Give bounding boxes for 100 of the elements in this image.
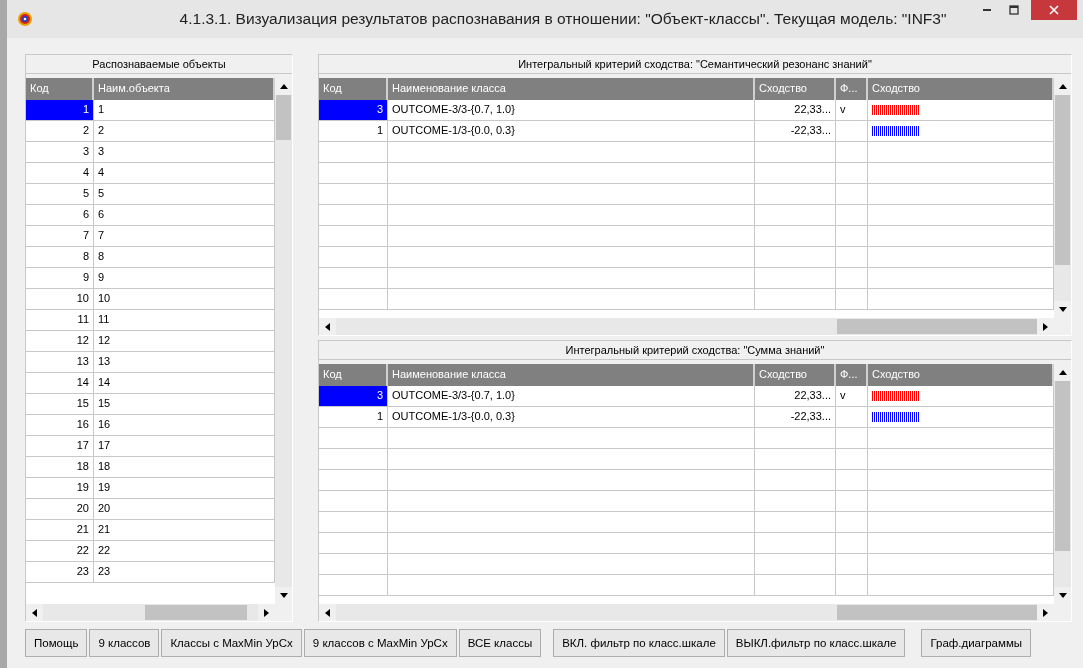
table-row[interactable]: 3 OUTCOME-3/3-{0.7, 1.0} 22,33... v (319, 100, 1054, 121)
table-row[interactable]: 8 8 (26, 247, 275, 268)
column-header[interactable]: Сходство (755, 78, 836, 100)
table-row[interactable]: 17 17 (26, 436, 275, 457)
scroll-up-arrow-icon[interactable] (1058, 84, 1067, 89)
table-cell: 22,33... (755, 100, 836, 120)
toolbar-button[interactable]: Граф.диаграммы (921, 629, 1032, 657)
table-cell: 14 (26, 373, 94, 393)
table-cell: OUTCOME-1/3-{0.0, 0.3} (388, 407, 755, 427)
toolbar-button[interactable]: 9 классов с MaxMin УрСх (303, 629, 457, 657)
table-cell: 10 (26, 289, 94, 309)
table-cell: 8 (26, 247, 94, 267)
table-row[interactable]: 5 5 (26, 184, 275, 205)
toolbar-button[interactable]: 9 классов (89, 629, 160, 657)
column-header[interactable]: Сходство (755, 364, 836, 386)
toolbar-button[interactable]: Помощь (25, 629, 88, 657)
table-cell: 12 (26, 331, 94, 351)
table-row[interactable]: 3 OUTCOME-3/3-{0.7, 1.0} 22,33... v (319, 386, 1054, 407)
table-cell: -22,33... (755, 407, 836, 427)
table-row[interactable]: 1 1 (26, 100, 275, 121)
table-cell: 7 (26, 226, 94, 246)
table-cell: 3 (319, 100, 388, 120)
scroll-down-arrow-icon[interactable] (279, 593, 288, 598)
table-cell: OUTCOME-1/3-{0.0, 0.3} (388, 121, 755, 141)
table-row[interactable]: 12 12 (26, 331, 275, 352)
table-cell: 1 (319, 407, 388, 427)
minimize-icon (982, 9, 991, 11)
table-cell: 11 (26, 310, 94, 330)
table-cell: 6 (26, 205, 94, 225)
table-row[interactable]: 19 19 (26, 478, 275, 499)
table-row[interactable]: 23 23 (26, 562, 275, 583)
table-cell: 1 (26, 100, 94, 120)
table-row[interactable]: 7 7 (26, 226, 275, 247)
table-row[interactable]: 16 16 (26, 415, 275, 436)
table-cell: 13 (26, 352, 94, 372)
table-cell: 18 (26, 457, 94, 477)
scroll-left-arrow-icon[interactable] (325, 608, 330, 617)
table-cell: v (840, 103, 846, 115)
table-cell: OUTCOME-3/3-{0.7, 1.0} (388, 100, 755, 120)
table-row[interactable]: 1 OUTCOME-1/3-{0.0, 0.3} -22,33... (319, 121, 1054, 142)
table-row[interactable]: 9 9 (26, 268, 275, 289)
maximize-icon (1008, 5, 1019, 15)
table-row[interactable]: 21 21 (26, 520, 275, 541)
toolbar-button[interactable]: ВСЕ классы (458, 629, 542, 657)
scroll-right-arrow-icon[interactable] (1043, 322, 1048, 331)
column-header[interactable]: Ф... (836, 364, 868, 386)
column-header[interactable]: Ф... (836, 78, 868, 100)
table-cell: 15 (26, 394, 94, 414)
scroll-thumb[interactable] (276, 95, 291, 140)
scroll-down-arrow-icon[interactable] (1058, 593, 1067, 598)
toolbar-button[interactable]: ВКЛ. фильтр по класс.шкале (553, 629, 725, 657)
table-row[interactable]: 20 20 (26, 499, 275, 520)
table-cell: 17 (26, 436, 94, 456)
scroll-thumb[interactable] (1055, 381, 1070, 551)
scroll-up-arrow-icon[interactable] (1058, 370, 1067, 375)
table-row[interactable]: 14 14 (26, 373, 275, 394)
table-cell: 22,33... (755, 386, 836, 406)
table-cell: 5 (26, 184, 94, 204)
table-cell: 3 (319, 386, 388, 406)
table-row[interactable]: 15 15 (26, 394, 275, 415)
table-cell: 4 (26, 163, 94, 183)
scroll-thumb[interactable] (837, 319, 1037, 334)
table-row[interactable]: 11 11 (26, 310, 275, 331)
table-row[interactable]: 13 13 (26, 352, 275, 373)
column-header[interactable]: Наименование класса (388, 78, 755, 100)
table-row[interactable]: 2 2 (26, 121, 275, 142)
window-title: 4.1.3.1. Визуализация результатов распознавания в отношении: "Объект-классы". Текущая модель: "INF3" (178, 10, 948, 28)
table-row[interactable]: 4 4 (26, 163, 275, 184)
scroll-thumb[interactable] (145, 605, 247, 620)
table-cell: 1 (319, 121, 388, 141)
table-row[interactable]: 18 18 (26, 457, 275, 478)
table-cell: 16 (26, 415, 94, 435)
toolbar-button[interactable]: ВЫКЛ.фильтр по класс.шкале (726, 629, 906, 657)
toolbar-button[interactable]: Классы с MaxMin УрСх (161, 629, 302, 657)
table-cell: 21 (26, 520, 94, 540)
scroll-up-arrow-icon[interactable] (279, 84, 288, 89)
table-cell: 19 (26, 478, 94, 498)
table-cell: 23 (26, 562, 94, 582)
scroll-right-arrow-icon[interactable] (1043, 608, 1048, 617)
table-row[interactable]: 1 OUTCOME-1/3-{0.0, 0.3} -22,33... (319, 407, 1054, 428)
table-row[interactable]: 3 3 (26, 142, 275, 163)
table-row[interactable]: 22 22 (26, 541, 275, 562)
close-icon (1049, 5, 1059, 15)
scroll-thumb[interactable] (1055, 95, 1070, 265)
table-cell: 22 (26, 541, 94, 561)
table-cell: 9 (26, 268, 94, 288)
scroll-left-arrow-icon[interactable] (325, 322, 330, 331)
table-row[interactable]: 6 6 (26, 205, 275, 226)
column-header[interactable]: Наименование класса (388, 364, 755, 386)
table-cell: OUTCOME-3/3-{0.7, 1.0} (388, 386, 755, 406)
scroll-thumb[interactable] (837, 605, 1037, 620)
table-cell: 20 (26, 499, 94, 519)
scroll-left-arrow-icon[interactable] (32, 608, 37, 617)
table-cell: 2 (26, 121, 94, 141)
table-cell: 3 (26, 142, 94, 162)
table-cell: v (840, 389, 846, 401)
scroll-down-arrow-icon[interactable] (1058, 307, 1067, 312)
scroll-right-arrow-icon[interactable] (264, 608, 269, 617)
table-row[interactable]: 10 10 (26, 289, 275, 310)
table-cell: -22,33... (755, 121, 836, 141)
